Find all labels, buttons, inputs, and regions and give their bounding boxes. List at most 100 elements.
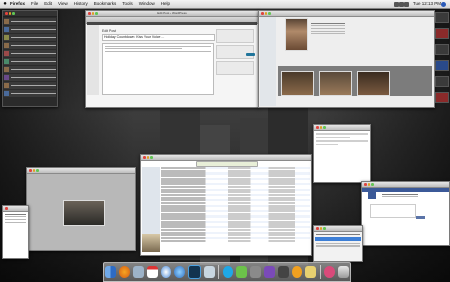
chat-icon[interactable] — [236, 266, 248, 278]
menu-tools[interactable]: Tools — [122, 0, 133, 8]
track-list[interactable] — [161, 167, 310, 252]
system-prefs-icon[interactable] — [250, 266, 261, 278]
close-icon[interactable] — [143, 156, 146, 159]
zoom-icon[interactable] — [323, 126, 326, 129]
finder-icon[interactable] — [105, 266, 117, 278]
menu-bookmarks[interactable]: Bookmarks — [94, 0, 117, 8]
desktop-file-icon[interactable] — [435, 28, 449, 39]
menu-app-name[interactable]: Firefox — [10, 0, 25, 8]
tweet-item[interactable] — [4, 26, 56, 33]
photo-thumbnail[interactable] — [281, 71, 314, 96]
close-icon[interactable] — [5, 12, 8, 15]
zoom-icon[interactable] — [323, 227, 326, 230]
minimize-icon[interactable] — [367, 183, 370, 186]
menu-help[interactable]: Help — [161, 0, 170, 8]
contact-item[interactable] — [316, 245, 360, 247]
window-titlebar[interactable] — [3, 206, 28, 212]
close-icon[interactable] — [29, 169, 32, 172]
minimize-icon[interactable] — [8, 12, 11, 15]
small-utility-window[interactable] — [2, 205, 29, 259]
admin-sidebar[interactable] — [87, 25, 99, 95]
minimize-icon[interactable] — [319, 227, 322, 230]
photoshop-icon[interactable] — [188, 265, 201, 279]
photo-manager-window[interactable] — [258, 10, 435, 108]
battery-icon[interactable] — [403, 1, 409, 7]
zoom-icon[interactable] — [36, 169, 39, 172]
tweet-item[interactable] — [4, 58, 56, 65]
desktop-file-icon[interactable] — [435, 60, 449, 71]
close-icon[interactable] — [364, 183, 367, 186]
menubar-clock[interactable]: Tue 12:13 PM — [413, 0, 441, 8]
tweet-item[interactable] — [4, 34, 56, 41]
album-sidebar[interactable] — [260, 17, 276, 106]
zoom-icon[interactable] — [150, 156, 153, 159]
photo-thumbnail[interactable] — [319, 71, 352, 96]
twitter-client-window[interactable] — [2, 10, 58, 107]
window-titlebar[interactable] — [259, 11, 434, 17]
stickies-icon[interactable] — [305, 266, 317, 278]
spotlight-icon[interactable] — [441, 1, 446, 7]
chat-window[interactable] — [313, 124, 371, 183]
zoom-icon[interactable] — [371, 183, 374, 186]
minimize-icon[interactable] — [146, 156, 149, 159]
minimize-icon[interactable] — [319, 126, 322, 129]
photo-thumbnail[interactable] — [357, 71, 390, 96]
adium-icon[interactable] — [291, 266, 303, 278]
desktop-file-icon[interactable] — [435, 12, 449, 23]
window-titlebar[interactable] — [314, 226, 362, 232]
window-titlebar[interactable] — [27, 168, 135, 174]
contact-item-selected[interactable] — [315, 236, 361, 241]
camera-icon[interactable] — [277, 266, 289, 278]
menu-view[interactable]: View — [58, 0, 68, 8]
trash-icon[interactable] — [337, 266, 349, 278]
wordpress-editor-window[interactable]: Edit Post ‹ WordPress Edit Post Holiday … — [85, 10, 259, 108]
skype-icon[interactable] — [222, 266, 234, 278]
minimize-icon[interactable] — [264, 12, 267, 15]
apple-menu-icon[interactable]: ● — [0, 0, 10, 8]
firefox-icon[interactable] — [119, 266, 131, 278]
window-titlebar[interactable]: Edit Post ‹ WordPress — [86, 11, 258, 17]
desktop-file-icon[interactable] — [435, 76, 449, 87]
preview-image[interactable] — [63, 200, 105, 226]
menu-edit[interactable]: Edit — [44, 0, 52, 8]
menu-history[interactable]: History — [74, 0, 88, 8]
facebook-window[interactable] — [361, 181, 450, 246]
preview-window[interactable] — [26, 167, 136, 251]
contact-item[interactable] — [316, 233, 360, 235]
menu-window[interactable]: Window — [139, 0, 155, 8]
post-body-editor[interactable] — [102, 43, 214, 95]
tweet-item[interactable] — [4, 82, 56, 89]
zoom-icon[interactable] — [12, 12, 15, 15]
publish-button[interactable] — [246, 53, 255, 56]
minimize-icon[interactable] — [32, 169, 35, 172]
source-list[interactable] — [142, 167, 160, 243]
close-icon[interactable] — [316, 227, 319, 230]
tweet-item[interactable] — [4, 74, 56, 81]
tweet-item[interactable] — [4, 66, 56, 73]
close-icon[interactable] — [261, 12, 264, 15]
itunes-window[interactable] — [140, 154, 312, 256]
itunes-icon[interactable] — [174, 266, 186, 278]
preview-icon[interactable] — [203, 266, 215, 278]
window-titlebar[interactable] — [3, 11, 57, 17]
close-icon[interactable] — [5, 207, 8, 210]
photo-portrait[interactable] — [285, 18, 308, 51]
downloads-icon[interactable] — [323, 266, 335, 278]
zoom-icon[interactable] — [268, 12, 271, 15]
tweet-item[interactable] — [4, 18, 56, 25]
tweet-item[interactable] — [4, 50, 56, 57]
post-title-input[interactable]: Holiday Countdown: Kiss Your Voice ... — [102, 34, 215, 41]
status-input[interactable] — [370, 204, 416, 218]
window-titlebar[interactable] — [362, 182, 449, 188]
contact-item[interactable] — [316, 242, 360, 244]
safari-icon[interactable] — [160, 266, 172, 278]
ical-icon[interactable] — [146, 266, 158, 278]
desktop-file-icon[interactable] — [435, 92, 449, 103]
skype-window[interactable] — [313, 225, 363, 262]
tweet-item[interactable] — [4, 42, 56, 49]
close-icon[interactable] — [316, 126, 319, 129]
app-store-icon[interactable] — [263, 266, 275, 278]
menu-file[interactable]: File — [31, 0, 38, 8]
mail-icon[interactable] — [133, 266, 144, 278]
desktop-file-icon[interactable] — [435, 44, 449, 55]
